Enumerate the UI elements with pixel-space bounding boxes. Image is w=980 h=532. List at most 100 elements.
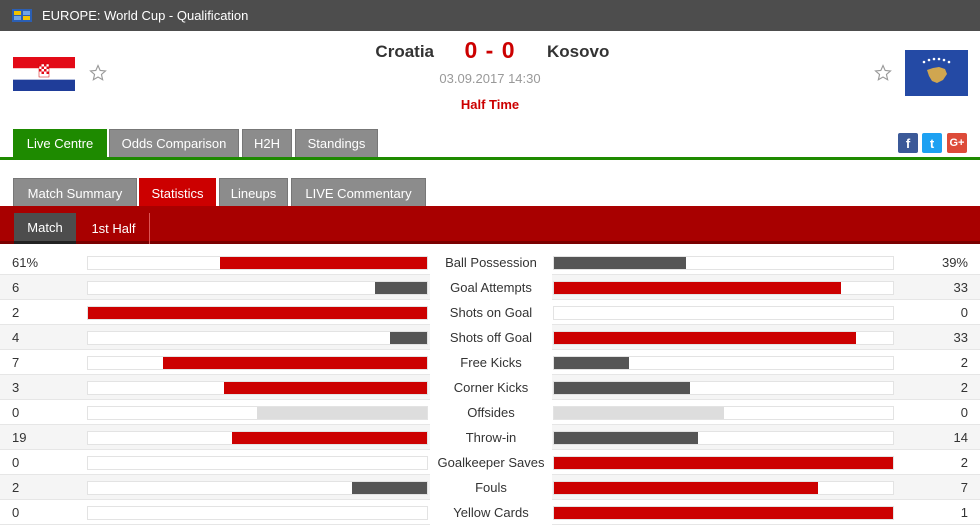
tab-live-centre[interactable]: Live Centre	[13, 129, 107, 157]
competition-title[interactable]: EUROPE: World Cup - Qualification	[42, 8, 248, 23]
stat-away-bar	[554, 432, 698, 444]
stat-away-track	[553, 506, 894, 520]
stat-home-track	[87, 431, 428, 445]
stat-home-bar	[163, 357, 427, 369]
stat-away-value: 2	[960, 355, 968, 370]
stat-label: Corner Kicks	[430, 375, 552, 400]
stat-label: Fouls	[430, 475, 552, 500]
stat-row: 2 Fouls 7	[0, 475, 980, 500]
europe-flag-icon	[12, 9, 32, 22]
stat-home-value: 4	[12, 330, 20, 345]
stat-away-bar	[554, 457, 893, 469]
stat-away-value: 0	[960, 305, 968, 320]
period-tabs: Match 1st Half	[0, 208, 980, 244]
tab-lineups[interactable]: Lineups	[219, 178, 288, 207]
google-plus-share-button[interactable]: G+	[947, 133, 967, 153]
stat-away-track	[553, 281, 894, 295]
stat-home-bar	[88, 307, 427, 319]
croatia-flag-icon[interactable]	[13, 57, 75, 91]
stat-away-value: 14	[953, 430, 968, 445]
stat-row: 7 Free Kicks 2	[0, 350, 980, 375]
star-outline-icon[interactable]	[874, 64, 892, 82]
stat-away-track	[553, 406, 894, 420]
match-header: Croatia 0 - 0 Kosovo 03.09.2017 14:30 Ha…	[0, 31, 980, 125]
stat-away-track	[553, 256, 894, 270]
tab-odds-comparison[interactable]: Odds Comparison	[109, 129, 239, 157]
stat-label: Goal Attempts	[430, 275, 552, 300]
stat-label: Free Kicks	[430, 350, 552, 375]
stat-row: 0 Offsides 0	[0, 400, 980, 425]
stat-home-track	[87, 306, 428, 320]
stat-label: Ball Possession	[430, 250, 552, 275]
stat-home-bar	[390, 332, 427, 344]
stat-home-track	[87, 506, 428, 520]
stat-row: 0 Yellow Cards 1	[0, 500, 980, 525]
twitter-share-button[interactable]: t	[922, 133, 942, 153]
kosovo-flag-icon[interactable]	[905, 50, 968, 96]
stat-away-bar	[554, 282, 841, 294]
stat-away-bar	[554, 382, 690, 394]
detail-tabs: Match Summary Statistics Lineups LIVE Co…	[0, 178, 980, 208]
stat-row: 3 Corner Kicks 2	[0, 375, 980, 400]
tab-match-summary[interactable]: Match Summary	[13, 178, 137, 207]
stat-home-value: 6	[12, 280, 20, 295]
stat-away-value: 0	[960, 405, 968, 420]
stat-away-bar	[554, 257, 686, 269]
stat-home-track	[87, 281, 428, 295]
match-datetime: 03.09.2017 14:30	[439, 71, 541, 86]
stat-away-track	[553, 481, 894, 495]
stat-home-bar	[352, 482, 427, 494]
stat-home-value: 3	[12, 380, 20, 395]
stat-away-bar	[554, 482, 818, 494]
main-tabs: Live Centre Odds Comparison H2H Standing…	[0, 129, 980, 160]
stat-label: Throw-in	[430, 425, 552, 450]
stat-away-value: 2	[960, 455, 968, 470]
stat-row: 2 Shots on Goal 0	[0, 300, 980, 325]
stat-label: Shots on Goal	[430, 300, 552, 325]
stat-home-track	[87, 256, 428, 270]
stat-home-track	[87, 356, 428, 370]
stat-row: 61% Ball Possession 39%	[0, 250, 980, 275]
facebook-share-button[interactable]: f	[898, 133, 918, 153]
stat-home-value: 0	[12, 405, 20, 420]
tab-standings[interactable]: Standings	[295, 129, 378, 157]
stat-label: Goalkeeper Saves	[430, 450, 552, 475]
tab-first-half[interactable]: 1st Half	[78, 213, 150, 244]
home-team-name[interactable]: Croatia	[375, 42, 434, 62]
stat-home-bar	[232, 432, 427, 444]
stat-away-value: 7	[960, 480, 968, 495]
stat-home-value: 7	[12, 355, 20, 370]
tab-live-commentary[interactable]: LIVE Commentary	[291, 178, 426, 207]
stat-home-value: 2	[12, 305, 20, 320]
stat-away-value: 33	[953, 330, 968, 345]
stat-home-bar	[375, 282, 427, 294]
statistics-table: 61% Ball Possession 39% 6 Goal Attempts 33 2 Sh…	[0, 250, 980, 525]
stat-away-value: 1	[960, 505, 968, 520]
stat-away-track	[553, 331, 894, 345]
stat-label: Shots off Goal	[430, 325, 552, 350]
stat-home-track	[87, 331, 428, 345]
stat-row: 6 Goal Attempts 33	[0, 275, 980, 300]
stat-row: 4 Shots off Goal 33	[0, 325, 980, 350]
stat-away-track	[553, 356, 894, 370]
tab-statistics[interactable]: Statistics	[139, 178, 216, 207]
away-team-name[interactable]: Kosovo	[547, 42, 609, 62]
tab-h2h[interactable]: H2H	[242, 129, 292, 157]
stat-home-track	[87, 381, 428, 395]
stat-row: 19 Throw-in 14	[0, 425, 980, 450]
stat-home-value: 0	[12, 505, 20, 520]
stat-row: 0 Goalkeeper Saves 2	[0, 450, 980, 475]
stat-home-track	[87, 456, 428, 470]
main-tabs-underline	[0, 157, 980, 160]
tab-match-period[interactable]: Match	[14, 213, 76, 244]
star-outline-icon[interactable]	[89, 64, 107, 82]
stat-home-track	[87, 481, 428, 495]
stat-home-value: 61%	[12, 255, 39, 270]
stat-home-bar	[224, 382, 427, 394]
stat-home-value: 2	[12, 480, 20, 495]
stat-label: Offsides	[430, 400, 552, 425]
stat-away-bar	[554, 507, 893, 519]
competition-bar: EUROPE: World Cup - Qualification	[0, 0, 980, 31]
stat-away-track	[553, 306, 894, 320]
stat-away-value: 39%	[941, 255, 968, 270]
